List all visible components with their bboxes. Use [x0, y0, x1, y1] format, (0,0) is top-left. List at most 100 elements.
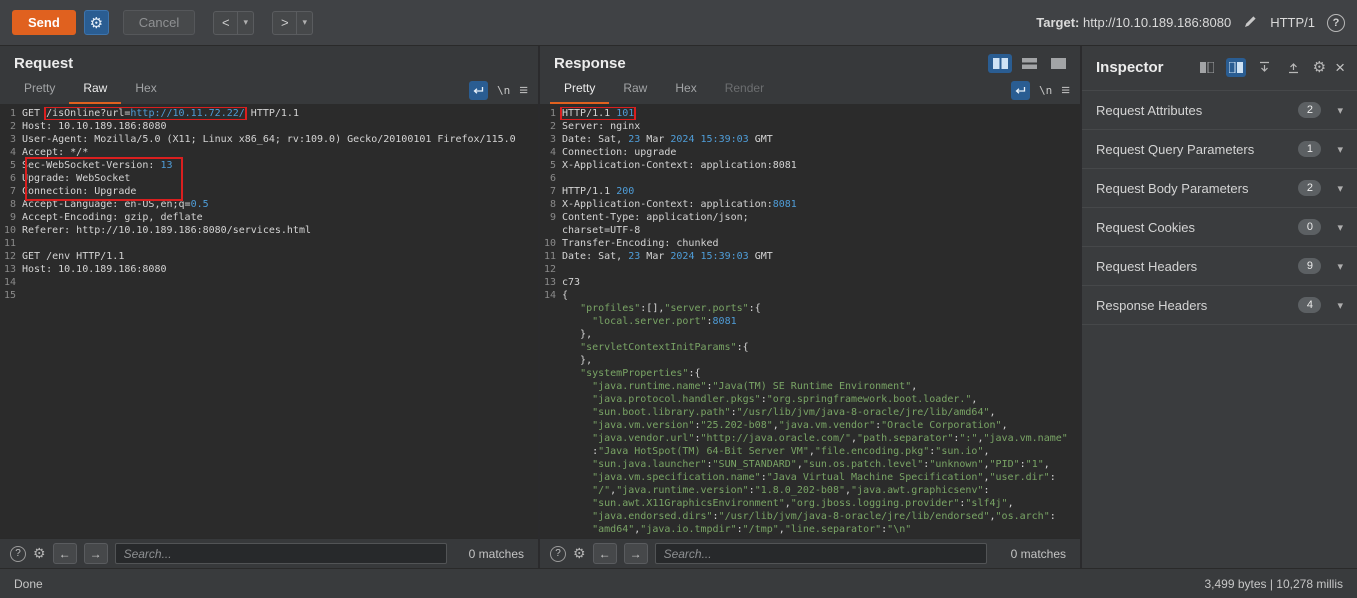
response-editor-icons: \n ≡: [1011, 81, 1070, 104]
count-badge: 1: [1298, 141, 1321, 157]
send-button[interactable]: Send: [12, 10, 76, 35]
code-line: 1HTTP/1.1 101: [540, 107, 1080, 120]
inspector-dock-left-icon[interactable]: [1197, 58, 1217, 77]
response-search-input[interactable]: [655, 543, 987, 564]
inspector-settings-gear-icon[interactable]: ⚙: [1313, 58, 1326, 76]
history-forward-button[interactable]: >: [272, 11, 297, 35]
chevron-down-icon[interactable]: ▾: [1337, 260, 1343, 273]
response-title-row: Response: [540, 46, 1080, 76]
search-next-button[interactable]: →: [84, 543, 108, 564]
inspector-panel: Inspector ⚙ × Request Attributes: [1082, 46, 1357, 568]
search-prev-button[interactable]: ←: [593, 543, 617, 564]
response-panel: Response Pretty Raw Hex Render: [540, 46, 1082, 568]
response-editor[interactable]: 1HTTP/1.1 1012Server: nginx3Date: Sat, 2…: [540, 104, 1080, 538]
code-line: 14: [0, 276, 538, 289]
chevron-down-icon[interactable]: ▾: [1337, 104, 1343, 117]
request-editor[interactable]: 1GET /isOnline?url=http://10.11.72.22/ H…: [0, 104, 538, 538]
response-tabs: Pretty Raw Hex Render \n ≡: [540, 76, 1080, 104]
search-next-button[interactable]: →: [624, 543, 648, 564]
code-line: },: [540, 354, 1080, 367]
code-line: 13Host: 10.10.189.186:8080: [0, 263, 538, 276]
code-line: charset=UTF-8: [540, 224, 1080, 237]
chevron-down-icon[interactable]: ▾: [1337, 182, 1343, 195]
layout-rows-icon[interactable]: [1017, 54, 1041, 73]
chevron-down-icon[interactable]: ▾: [1337, 299, 1343, 312]
chevron-down-icon[interactable]: ▾: [1337, 143, 1343, 156]
soft-wrap-icon[interactable]: [1011, 81, 1030, 100]
history-back-group: < ▾: [213, 11, 254, 35]
inspector-section-request-attributes[interactable]: Request Attributes 2 ▾: [1082, 90, 1357, 129]
inspector-section-request-headers[interactable]: Request Headers 9 ▾: [1082, 246, 1357, 285]
tab-request-raw[interactable]: Raw: [69, 76, 121, 104]
top-toolbar: Send ⚙ Cancel < ▾ > ▾ Target: http://10.…: [0, 0, 1357, 46]
code-line: },: [540, 328, 1080, 341]
inspector-close-icon[interactable]: ×: [1335, 59, 1345, 76]
tab-request-hex[interactable]: Hex: [121, 76, 170, 104]
expand-all-icon[interactable]: [1284, 58, 1304, 77]
collapse-all-icon[interactable]: [1255, 58, 1275, 77]
count-badge: 0: [1298, 219, 1321, 235]
section-label: Request Headers: [1096, 259, 1298, 274]
tab-response-render[interactable]: Render: [711, 76, 778, 104]
code-line: "amd64","java.io.tmpdir":"/tmp","line.se…: [540, 523, 1080, 536]
code-line: 3Date: Sat, 23 Mar 2024 15:39:03 GMT: [540, 133, 1080, 146]
toolbar-right: Target: http://10.10.189.186:8080 HTTP/1…: [1036, 14, 1345, 32]
code-line: "java.vm.specification.name":"Java Virtu…: [540, 471, 1080, 484]
section-label: Request Query Parameters: [1096, 142, 1298, 157]
code-line: 11: [0, 237, 538, 250]
inspector-dock-right-icon[interactable]: [1226, 58, 1246, 77]
code-line: "sun.java.launcher":"SUN_STANDARD","sun.…: [540, 458, 1080, 471]
tab-request-pretty[interactable]: Pretty: [10, 76, 69, 104]
editor-menu-icon[interactable]: ≡: [1061, 83, 1070, 98]
request-title-row: Request: [0, 46, 538, 76]
annotation-red-box: /isOnline?url=http://10.11.72.22/: [46, 108, 245, 119]
search-help-icon[interactable]: ?: [550, 546, 566, 562]
history-forward-dropdown[interactable]: ▾: [297, 11, 313, 35]
show-newlines-icon[interactable]: \n: [497, 84, 510, 97]
code-line: "java.endorsed.dirs":"/usr/lib/jvm/java-…: [540, 510, 1080, 523]
layout-columns-icon[interactable]: [988, 54, 1012, 73]
code-line: "java.protocol.handler.pkgs":"org.spring…: [540, 393, 1080, 406]
code-line: 11Date: Sat, 23 Mar 2024 15:39:03 GMT: [540, 250, 1080, 263]
code-line: 2Host: 10.10.189.186:8080: [0, 120, 538, 133]
code-line: "java.vendor.url":"http://java.oracle.co…: [540, 432, 1080, 445]
inspector-section-request-body-parameters[interactable]: Request Body Parameters 2 ▾: [1082, 168, 1357, 207]
edit-target-pencil-icon[interactable]: [1243, 14, 1258, 32]
request-settings-gear-button[interactable]: ⚙: [84, 10, 109, 35]
main-area: Request Pretty Raw Hex \n ≡ 1GET /isOnli…: [0, 46, 1357, 568]
history-back-dropdown[interactable]: ▾: [238, 11, 254, 35]
cancel-button[interactable]: Cancel: [123, 10, 195, 35]
search-help-icon[interactable]: ?: [10, 546, 26, 562]
history-back-button[interactable]: <: [213, 11, 238, 35]
chevron-down-icon[interactable]: ▾: [1337, 221, 1343, 234]
show-newlines-icon[interactable]: \n: [1039, 84, 1052, 97]
response-search-matches: 0 matches: [1011, 547, 1070, 561]
inspector-section-request-cookies[interactable]: Request Cookies 0 ▾: [1082, 207, 1357, 246]
code-line: 12GET /env HTTP/1.1: [0, 250, 538, 263]
layout-single-icon[interactable]: [1046, 54, 1070, 73]
gear-icon: ⚙: [90, 14, 103, 32]
search-settings-gear-icon[interactable]: ⚙: [33, 545, 46, 562]
request-panel-title: Request: [14, 55, 73, 72]
tab-response-pretty[interactable]: Pretty: [550, 76, 609, 104]
http-version-selector[interactable]: HTTP/1: [1270, 15, 1315, 30]
status-text: Done: [14, 577, 43, 591]
request-editor-icons: \n ≡: [469, 81, 528, 104]
code-line: 4Connection: upgrade: [540, 146, 1080, 159]
search-prev-button[interactable]: ←: [53, 543, 77, 564]
tab-response-hex[interactable]: Hex: [661, 76, 710, 104]
request-searchbar: ? ⚙ ← → 0 matches: [0, 538, 538, 568]
code-line: "/","java.runtime.version":"1.8.0_202-b0…: [540, 484, 1080, 497]
request-search-matches: 0 matches: [469, 547, 528, 561]
request-search-input[interactable]: [115, 543, 447, 564]
tab-response-raw[interactable]: Raw: [609, 76, 661, 104]
help-icon[interactable]: ?: [1327, 14, 1345, 32]
inspector-section-request-query-parameters[interactable]: Request Query Parameters 1 ▾: [1082, 129, 1357, 168]
code-line: :"Java HotSpot(TM) 64-Bit Server VM","fi…: [540, 445, 1080, 458]
editor-menu-icon[interactable]: ≡: [519, 83, 528, 98]
inspector-section-response-headers[interactable]: Response Headers 4 ▾: [1082, 285, 1357, 324]
code-line: "sun.boot.library.path":"/usr/lib/jvm/ja…: [540, 406, 1080, 419]
inspector-sections: Request Attributes 2 ▾ Request Query Par…: [1082, 90, 1357, 325]
search-settings-gear-icon[interactable]: ⚙: [573, 545, 586, 562]
soft-wrap-icon[interactable]: [469, 81, 488, 100]
